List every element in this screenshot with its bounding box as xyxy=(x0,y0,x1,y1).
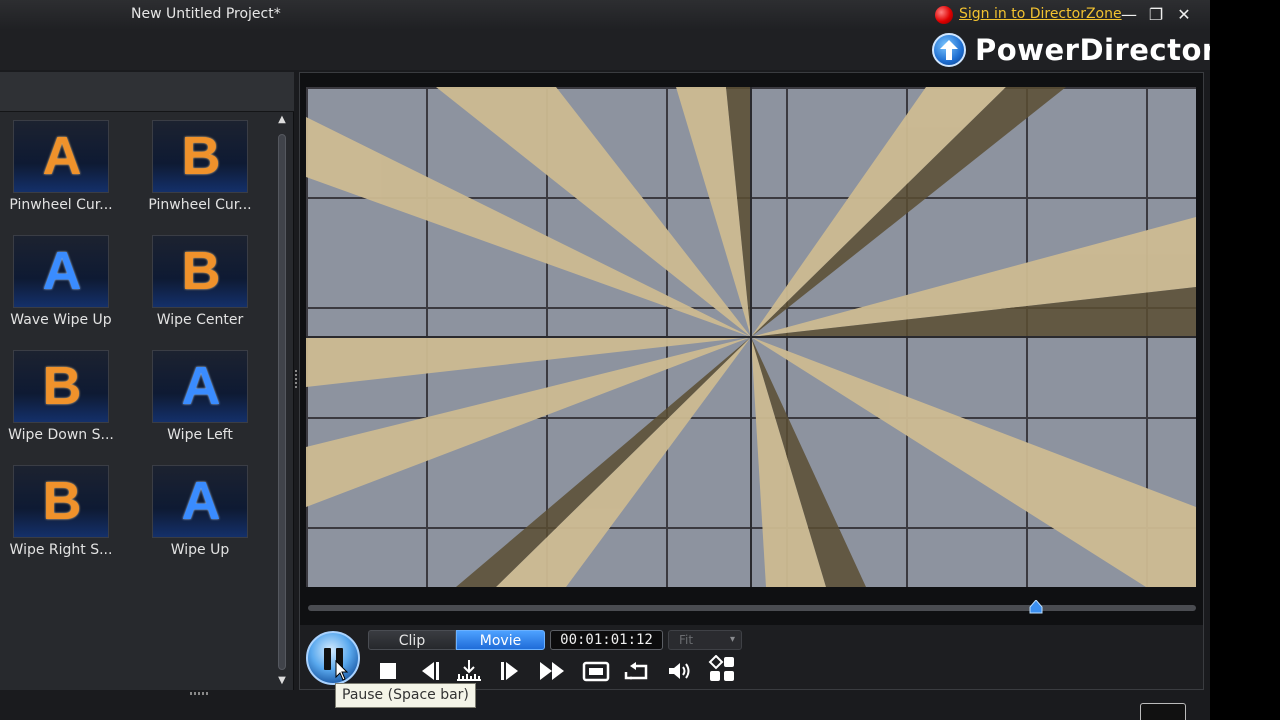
transition-glyph: B xyxy=(42,356,82,416)
transition-tile[interactable]: B Wipe Down S... xyxy=(0,350,118,450)
transition-tile[interactable]: A Wipe Up xyxy=(139,465,257,565)
mouse-pointer-icon xyxy=(335,659,349,686)
transition-label: Pinwheel Cur... xyxy=(148,197,252,213)
transition-label: Wipe Center xyxy=(156,312,244,328)
fast-forward-button[interactable] xyxy=(539,658,567,684)
transition-thumbnail: A xyxy=(152,465,248,538)
transition-tile[interactable]: A Wipe Left xyxy=(139,350,257,450)
transition-glyph: B xyxy=(181,241,221,301)
transition-label: Wave Wipe Up xyxy=(10,312,112,328)
transition-glyph: A xyxy=(181,356,221,416)
repeat-button[interactable] xyxy=(624,658,652,684)
snapshot-button[interactable] xyxy=(582,658,610,684)
transition-thumbnail: A xyxy=(13,120,109,193)
transition-thumbnail: B xyxy=(13,465,109,538)
scrollbar-thumb[interactable] xyxy=(278,134,286,670)
repeat-icon xyxy=(624,662,648,680)
next-frame-icon xyxy=(501,662,518,680)
previous-frame-button[interactable] xyxy=(414,658,442,684)
volume-icon xyxy=(669,663,690,679)
title-bar: New Untitled Project* Sign in to Directo… xyxy=(0,0,1210,30)
transition-tile[interactable]: A Wave Wipe Up xyxy=(0,235,118,335)
pinwheel-transition-frame xyxy=(306,87,1196,587)
preview-timeline-slider[interactable] xyxy=(308,599,1196,614)
playback-controls: Clip Movie 00:01:01:12 Fit ▾ xyxy=(300,625,1203,689)
transition-thumbnail: A xyxy=(13,235,109,308)
zoom-fit-value: Fit xyxy=(679,633,694,647)
desktop-background xyxy=(1210,0,1280,720)
pause-tooltip: Pause (Space bar) xyxy=(335,683,476,708)
transition-label: Wipe Left xyxy=(167,427,233,443)
stop-button[interactable] xyxy=(374,658,402,684)
transition-label: Wipe Down S... xyxy=(8,427,114,443)
preview-video-frame xyxy=(306,87,1196,587)
stop-icon xyxy=(380,663,396,679)
split-icon xyxy=(457,660,481,681)
splitter-grip[interactable] xyxy=(295,370,297,388)
transition-tile[interactable]: B Pinwheel Cur... xyxy=(139,120,257,220)
transition-tile[interactable]: B Wipe Center xyxy=(139,235,257,335)
layout-icon xyxy=(708,655,734,681)
transition-label: Wipe Right S... xyxy=(9,542,113,558)
pause-button[interactable] xyxy=(306,631,360,685)
previous-frame-icon xyxy=(422,662,439,680)
transition-thumbnail: B xyxy=(152,235,248,308)
movie-mode-button[interactable]: Movie xyxy=(456,630,545,650)
transition-label: Wipe Up xyxy=(170,542,230,558)
clip-mode-button[interactable]: Clip xyxy=(368,630,456,650)
snapshot-icon xyxy=(582,661,610,682)
scroll-up-arrow-icon[interactable]: ▲ xyxy=(277,115,287,125)
split-button[interactable] xyxy=(455,658,483,684)
timecode-display[interactable]: 00:01:01:12 xyxy=(550,630,663,650)
powerdirector-window: New Untitled Project* Sign in to Directo… xyxy=(0,0,1216,720)
transition-library-panel: A Pinwheel Cur... B Pinwheel Cur... A Wave Wi… xyxy=(0,72,294,690)
preview-panel: Clip Movie 00:01:01:12 Fit ▾ xyxy=(299,72,1204,690)
layout-button[interactable] xyxy=(708,655,736,681)
pause-icon xyxy=(324,648,331,670)
transition-thumbnail: B xyxy=(13,350,109,423)
directorzone-status-icon xyxy=(935,6,953,24)
fast-forward-icon xyxy=(540,662,564,680)
brand-bar: PowerDirector xyxy=(0,30,1216,70)
transition-glyph: A xyxy=(181,471,221,531)
transition-label: Pinwheel Cur... xyxy=(9,197,113,213)
upload-arrow-icon xyxy=(932,33,966,67)
chevron-down-icon: ▾ xyxy=(729,634,735,645)
restore-button[interactable]: ❐ xyxy=(1144,4,1168,26)
bottom-resize-grip[interactable] xyxy=(190,692,210,695)
transition-glyph: B xyxy=(42,471,82,531)
brand-name: PowerDirector xyxy=(975,33,1217,67)
zoom-fit-select[interactable]: Fit ▾ xyxy=(668,630,742,650)
transition-glyph: A xyxy=(42,126,82,186)
volume-button[interactable] xyxy=(666,658,694,684)
transition-glyph: A xyxy=(42,241,82,301)
sign-in-directorzone-link[interactable]: Sign in to DirectorZone xyxy=(959,6,1122,22)
scroll-down-arrow-icon[interactable]: ▼ xyxy=(277,676,287,686)
playhead-marker-icon[interactable] xyxy=(1029,599,1043,614)
library-header xyxy=(0,72,294,112)
transition-tile[interactable]: A Pinwheel Cur... xyxy=(0,120,118,220)
transition-thumbnail: A xyxy=(152,350,248,423)
taskbar-tray-icon[interactable] xyxy=(1140,703,1186,720)
transition-glyph: B xyxy=(181,126,221,186)
transition-tile[interactable]: B Wipe Right S... xyxy=(0,465,118,565)
next-frame-button[interactable] xyxy=(498,658,526,684)
project-title: New Untitled Project* xyxy=(131,6,281,22)
transition-thumbnail: B xyxy=(152,120,248,193)
library-scrollbar[interactable]: ▲ ▼ xyxy=(277,115,287,686)
close-button[interactable]: ✕ xyxy=(1172,4,1196,26)
minimize-button[interactable]: — xyxy=(1117,4,1141,26)
